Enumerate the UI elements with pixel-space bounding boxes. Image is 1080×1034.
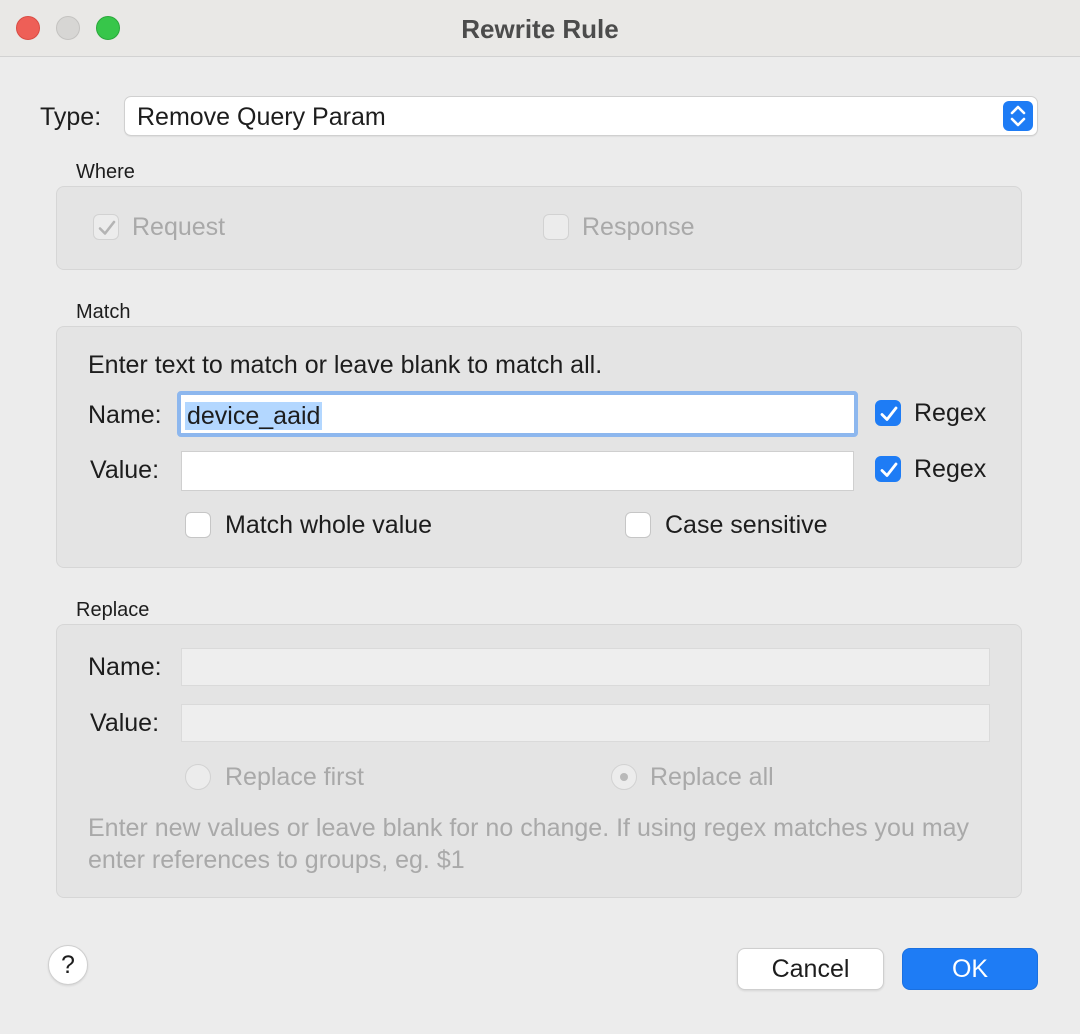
cancel-button[interactable]: Cancel bbox=[737, 948, 884, 990]
match-whole-value-checkbox[interactable] bbox=[185, 512, 211, 538]
where-section-title: Where bbox=[76, 161, 135, 183]
checkmark-icon bbox=[98, 220, 116, 235]
replace-value-label: Value: bbox=[90, 709, 160, 737]
replace-name-label: Name: bbox=[88, 653, 162, 681]
help-button[interactable]: ? bbox=[48, 945, 88, 985]
match-name-value: device_aaid bbox=[185, 402, 323, 430]
match-section-title: Match bbox=[76, 301, 131, 323]
case-sensitive-label: Case sensitive bbox=[665, 511, 828, 539]
match-value-regex-label: Regex bbox=[914, 455, 987, 483]
checkmark-icon bbox=[880, 462, 898, 477]
replace-first-label: Replace first bbox=[225, 763, 364, 791]
match-name-regex-checkbox[interactable] bbox=[875, 400, 901, 426]
match-value-input[interactable] bbox=[181, 451, 854, 491]
replace-name-input[interactable] bbox=[181, 648, 990, 686]
request-checkbox[interactable] bbox=[93, 214, 119, 240]
type-label: Type: bbox=[40, 103, 102, 131]
replace-first-radio[interactable] bbox=[185, 764, 211, 790]
match-instructions: Enter text to match or leave blank to ma… bbox=[88, 351, 603, 379]
type-select-value: Remove Query Param bbox=[137, 103, 386, 131]
response-label: Response bbox=[582, 213, 695, 241]
checkmark-icon bbox=[880, 406, 898, 421]
match-value-label: Value: bbox=[90, 456, 160, 484]
updown-chevron-icon[interactable] bbox=[1003, 101, 1033, 131]
replace-all-label: Replace all bbox=[650, 763, 774, 791]
replace-help-note: Enter new values or leave blank for no c… bbox=[88, 814, 970, 874]
case-sensitive-checkbox[interactable] bbox=[625, 512, 651, 538]
window-title: Rewrite Rule bbox=[461, 14, 619, 44]
replace-all-radio[interactable] bbox=[611, 764, 637, 790]
match-name-input[interactable]: device_aaid bbox=[177, 391, 858, 437]
title-bar: Rewrite Rule bbox=[0, 0, 1080, 57]
ok-button[interactable]: OK bbox=[902, 948, 1038, 990]
match-name-regex-label: Regex bbox=[914, 399, 987, 427]
radio-selected-dot bbox=[620, 773, 628, 781]
match-whole-value-label: Match whole value bbox=[225, 511, 433, 539]
match-name-label: Name: bbox=[88, 401, 162, 429]
match-value-regex-checkbox[interactable] bbox=[875, 456, 901, 482]
type-select[interactable]: Remove Query Param bbox=[124, 96, 1038, 136]
response-checkbox[interactable] bbox=[543, 214, 569, 240]
request-label: Request bbox=[132, 213, 226, 241]
replace-section-title: Replace bbox=[76, 599, 150, 621]
replace-value-input[interactable] bbox=[181, 704, 990, 742]
